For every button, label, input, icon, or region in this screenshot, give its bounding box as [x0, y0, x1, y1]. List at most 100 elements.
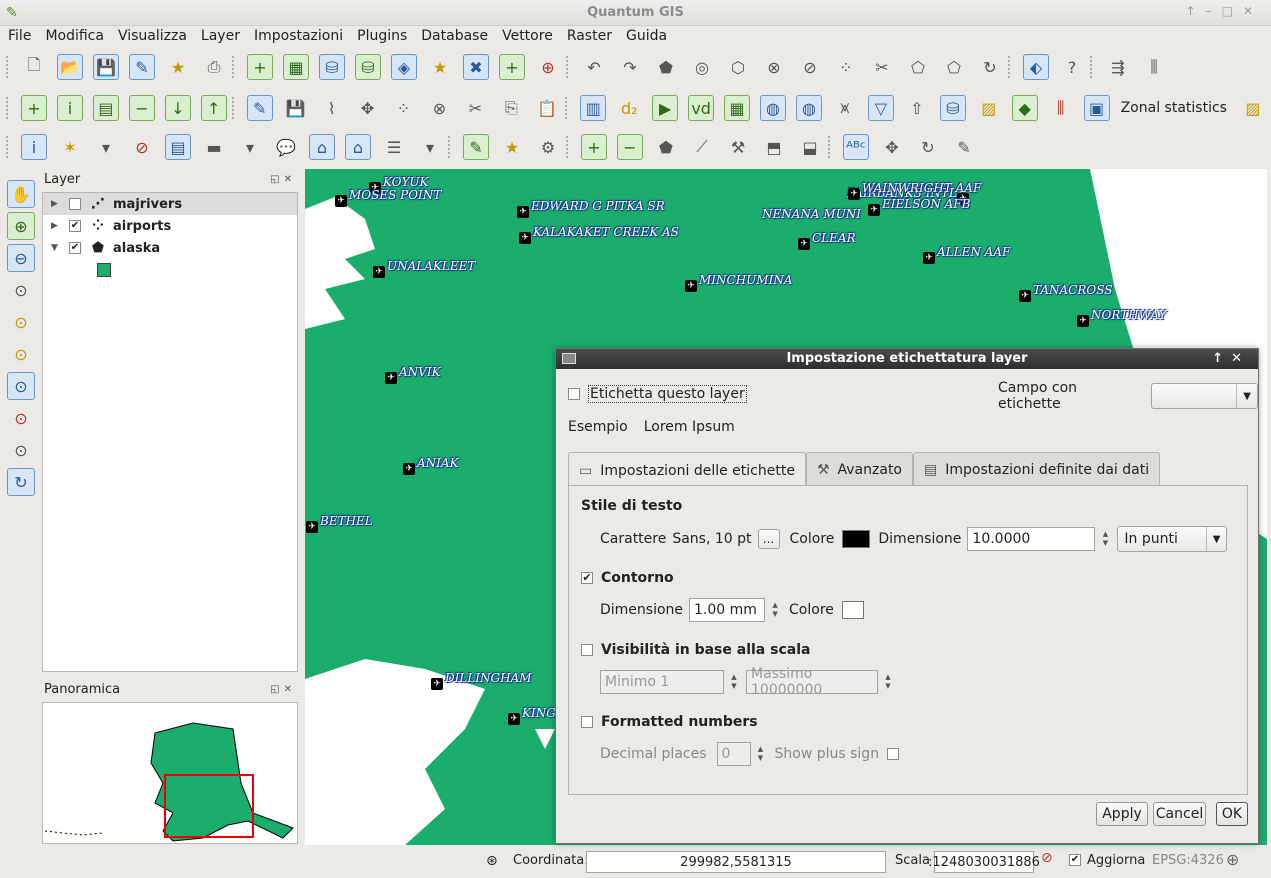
outline-size-input[interactable]: 1.00 mm: [689, 598, 766, 622]
add-postgis-layer-icon[interactable]: ⛁: [319, 54, 345, 80]
toolbar-grip[interactable]: [232, 56, 236, 78]
d2s-icon[interactable]: d₂: [616, 95, 642, 121]
delete-part-icon[interactable]: ⊘: [797, 54, 823, 80]
measure-dropdown-icon[interactable]: ▾: [237, 134, 263, 160]
outline-checkbox[interactable]: ✔: [581, 572, 593, 584]
redo-icon[interactable]: ↷: [617, 54, 643, 80]
toolbar-grip[interactable]: [6, 97, 10, 119]
spin-arrows-icon[interactable]: ▲ ▼: [1099, 530, 1111, 548]
split-parts-icon[interactable]: ⚒: [725, 134, 751, 160]
scale-visibility-checkbox[interactable]: [581, 644, 593, 656]
add-part-icon[interactable]: ⬡: [725, 54, 751, 80]
stop-render-icon[interactable]: ⊘: [1041, 850, 1053, 866]
digitize-icon[interactable]: +: [581, 134, 607, 160]
ok-button[interactable]: OK: [1216, 802, 1248, 826]
new-bookmark-icon[interactable]: ⌂: [309, 134, 335, 160]
label-tool-icon[interactable]: ✎: [463, 134, 489, 160]
new-shapefile-icon[interactable]: +: [499, 54, 525, 80]
select-dropdown-icon[interactable]: ▾: [93, 134, 119, 160]
label-gear-icon[interactable]: ⚙: [535, 134, 561, 160]
float-icon[interactable]: ◱: [270, 684, 283, 695]
apply-button[interactable]: Apply: [1096, 802, 1148, 826]
show-hide-labels-icon[interactable]: ⬓: [797, 134, 823, 160]
layer-visibility-checkbox[interactable]: ✔: [69, 242, 81, 254]
overview-map[interactable]: [42, 702, 298, 844]
menu-file[interactable]: File: [8, 26, 31, 46]
toolbar-grip[interactable]: [828, 136, 832, 158]
layer-row-airports[interactable]: ▶ ✔ ⁘ airports: [43, 215, 297, 237]
toolbar-grip[interactable]: [566, 56, 570, 78]
pin-labels-icon[interactable]: ⬒: [761, 134, 787, 160]
render-label[interactable]: Aggiorna: [1087, 853, 1145, 868]
zoom-layer-icon[interactable]: ⊙: [7, 308, 35, 336]
refresh-icon[interactable]: ↻: [7, 468, 35, 496]
maximize-icon[interactable]: □: [1222, 4, 1243, 18]
spin-arrows-icon[interactable]: ▲ ▼: [755, 745, 767, 763]
close-icon[interactable]: ✕: [1231, 351, 1250, 366]
zonal-statistics-label[interactable]: Zonal statistics: [1121, 100, 1227, 116]
map-tips-icon[interactable]: 💬: [273, 134, 299, 160]
label-field-combo[interactable]: ▼: [1150, 383, 1258, 409]
outline-header[interactable]: Contorno: [601, 570, 674, 586]
tab-advanced[interactable]: ⚒ Avanzato: [805, 452, 913, 486]
expand-arrow-icon[interactable]: ▶: [51, 199, 63, 209]
raster-calculator-icon[interactable]: ▥: [580, 95, 607, 121]
pan-hand-icon[interactable]: ✋: [7, 180, 35, 208]
close-icon[interactable]: ✕: [284, 684, 296, 695]
measure-icon[interactable]: ▬: [201, 134, 227, 160]
database-icon[interactable]: ⛁: [939, 95, 966, 121]
menu-raster[interactable]: Raster: [567, 26, 612, 46]
layer-properties-icon[interactable]: ▤: [92, 95, 119, 121]
attribute-table-icon[interactable]: ▤: [165, 134, 191, 160]
reshape-icon[interactable]: ⁘: [833, 54, 859, 80]
zoom-native-icon[interactable]: ⊙: [7, 372, 35, 400]
coordinate-field[interactable]: 299982,5581315: [586, 851, 886, 873]
layer-save-icon[interactable]: ↓: [164, 95, 191, 121]
layer-row-majrivers[interactable]: ▶ ⋰ majrivers: [43, 193, 297, 215]
cut-features-icon[interactable]: ✂: [462, 95, 488, 121]
histogram-icon[interactable]: ⩙: [832, 95, 858, 121]
save-edits-icon[interactable]: 💾: [283, 95, 309, 121]
funnel-icon[interactable]: ▽: [867, 95, 894, 121]
panel-controls[interactable]: ◱✕: [270, 174, 296, 185]
select-features-icon[interactable]: ✶: [57, 134, 83, 160]
fill-ring-icon[interactable]: ⬟: [653, 134, 679, 160]
gps-icon[interactable]: ⊕: [535, 54, 561, 80]
paste-features-icon[interactable]: 📋: [534, 95, 560, 121]
add-spatialite-layer-icon[interactable]: ⛁: [355, 54, 381, 80]
undo-icon[interactable]: ↶: [581, 54, 607, 80]
label-star-icon[interactable]: ★: [499, 134, 525, 160]
zoom-last-icon[interactable]: ⊙: [7, 404, 35, 432]
whats-this-icon[interactable]: ⬖: [1023, 54, 1049, 80]
layer-row-alaska[interactable]: ▼ ✔ ⬟ alaska: [43, 237, 297, 259]
layer-visibility-checkbox[interactable]: ✔: [69, 220, 81, 232]
outline-color-swatch[interactable]: [841, 601, 864, 619]
annotation-dropdown-icon[interactable]: ▾: [417, 134, 443, 160]
copy-features-icon[interactable]: ⎘: [498, 95, 524, 121]
toolbar-grip[interactable]: [448, 136, 452, 158]
render-checkbox[interactable]: ✔: [1069, 854, 1081, 866]
vd-icon[interactable]: vd: [688, 95, 715, 121]
panel-controls[interactable]: ◱✕: [270, 684, 296, 695]
text-color-swatch[interactable]: [842, 530, 871, 548]
max-scale-input[interactable]: Massimo 10000000: [746, 666, 878, 698]
projection-icon[interactable]: ⊕: [1226, 850, 1239, 869]
add-layer-icon[interactable]: +: [21, 95, 47, 121]
cancel-button[interactable]: Cancel: [1153, 802, 1206, 826]
toolbar-grip[interactable]: [231, 97, 236, 119]
fence-icon[interactable]: ⫼: [1048, 95, 1074, 121]
menu-vettore[interactable]: Vettore: [502, 26, 553, 46]
offset-curve-icon[interactable]: ⟋: [689, 134, 715, 160]
spin-arrows-icon[interactable]: ▲ ▼: [769, 601, 781, 619]
change-label-icon[interactable]: ✎: [951, 134, 977, 160]
zoom-full-icon[interactable]: ⊙: [7, 276, 35, 304]
close-icon[interactable]: ✕: [1243, 4, 1263, 18]
float-icon[interactable]: ◱: [270, 174, 283, 185]
min-scale-input[interactable]: Minimo 1: [600, 670, 724, 694]
add-wms-layer-icon[interactable]: ◈: [391, 54, 417, 80]
tab-data-defined[interactable]: ▤ Impostazioni definite dai dati: [913, 452, 1161, 486]
zoom-next-icon[interactable]: ⊙: [7, 436, 35, 464]
label-layer-checkbox[interactable]: [568, 388, 580, 400]
layer-visibility-checkbox[interactable]: [69, 198, 81, 210]
label-layer-text[interactable]: Etichetta questo layer: [588, 385, 747, 403]
